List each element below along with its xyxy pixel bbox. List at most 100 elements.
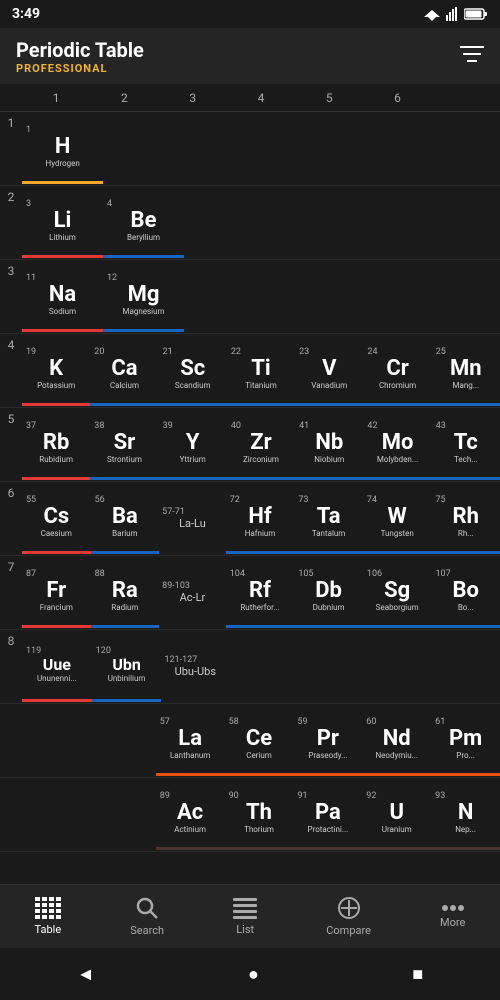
element-cell-Rh[interactable]: 75RhRh... bbox=[431, 484, 500, 554]
nav-search-label: Search bbox=[130, 924, 164, 937]
nav-more[interactable]: More bbox=[424, 896, 481, 937]
element-cell-W[interactable]: 74WTungsten bbox=[363, 484, 432, 554]
element-cell-U[interactable]: 92UUranium bbox=[362, 780, 431, 850]
nav-compare-label: Compare bbox=[326, 924, 371, 937]
col-header-6: 6 bbox=[363, 91, 431, 105]
element-cell-Ba[interactable]: 56BaBarium bbox=[91, 484, 160, 554]
element-cell-Y[interactable]: 39YYttrium bbox=[159, 410, 227, 480]
element-cell-Rf[interactable]: 104RfRutherfor... bbox=[226, 558, 295, 628]
element-cell-Ta[interactable]: 73TaTantalum bbox=[294, 484, 363, 554]
element-cell-Cs[interactable]: 55CsCaesium bbox=[22, 484, 91, 554]
element-cell-Nb[interactable]: 41NbNiobium bbox=[295, 410, 363, 480]
period-row-1: 11HHydrogen bbox=[0, 112, 500, 186]
element-cell-H[interactable]: 1HHydrogen bbox=[22, 114, 103, 184]
element-cell-K[interactable]: 19KPotassium bbox=[22, 336, 90, 406]
element-cell-Mo[interactable]: 42MoMolybden... bbox=[363, 410, 431, 480]
col-header-5: 5 bbox=[295, 91, 363, 105]
element-cell-Pa[interactable]: 91PaProtactini... bbox=[293, 780, 362, 850]
status-icons bbox=[422, 7, 488, 21]
element-cell-empty bbox=[229, 632, 297, 702]
period-label-7: 7 bbox=[0, 556, 22, 574]
element-cell-Be[interactable]: 4BeBeryllium bbox=[103, 188, 184, 258]
period-label-1: 1 bbox=[0, 112, 22, 130]
element-cell-Mg[interactable]: 12MgMagnesium bbox=[103, 262, 184, 332]
element-cell-Na[interactable]: 11NaSodium bbox=[22, 262, 103, 332]
element-cell-Li[interactable]: 3LiLithium bbox=[22, 188, 103, 258]
element-cell-Sc[interactable]: 21ScScandium bbox=[159, 336, 227, 406]
element-cell-Ra[interactable]: 88RaRadium bbox=[91, 558, 160, 628]
period-row-3: 311NaSodium12MgMagnesium bbox=[0, 260, 500, 334]
element-cell-empty bbox=[183, 114, 262, 184]
battery-icon bbox=[464, 7, 488, 21]
element-cell-empty bbox=[263, 262, 342, 332]
element-cell-Ce[interactable]: 58CeCerium bbox=[225, 706, 294, 776]
element-cell-Mn[interactable]: 25MnMang... bbox=[432, 336, 500, 406]
element-cell-empty bbox=[184, 262, 263, 332]
element-cell-Ti[interactable]: 22TiTitanium bbox=[227, 336, 295, 406]
period-label-4: 4 bbox=[0, 334, 22, 352]
period-row-5: 537RbRubidium38SrStrontium39YYttrium40Zr… bbox=[0, 408, 500, 482]
nav-search[interactable]: Search bbox=[114, 888, 180, 945]
element-cell-Uue[interactable]: 119UueUnunenni... bbox=[22, 632, 92, 702]
filter-button[interactable] bbox=[460, 44, 484, 69]
nav-table[interactable]: Table bbox=[19, 889, 78, 944]
period-row-8: 8119UueUnunenni...120UbnUnbinilium121-12… bbox=[0, 630, 500, 704]
nav-more-label: More bbox=[440, 916, 465, 929]
nav-list[interactable]: List bbox=[217, 889, 273, 944]
app-title-block: Periodic Table PROFESSIONAL bbox=[16, 38, 144, 75]
element-cell-empty bbox=[184, 188, 263, 258]
more-icon bbox=[441, 904, 465, 912]
element-cell-Ubu-Ubs[interactable]: 121-127Ubu-Ubs bbox=[161, 632, 229, 702]
element-cell-Ac[interactable]: 89AcActinium bbox=[156, 780, 225, 850]
element-cell-Pr[interactable]: 59PrPraseody... bbox=[293, 706, 362, 776]
bottom-nav: Table Search List Compare More bbox=[0, 884, 500, 948]
element-cell-Sr[interactable]: 38SrStrontium bbox=[90, 410, 158, 480]
app-title: Periodic Table bbox=[16, 38, 144, 62]
col-header-4: 4 bbox=[227, 91, 295, 105]
period-row-4: 419KPotassium20CaCalcium21ScScandium22Ti… bbox=[0, 334, 500, 408]
element-cell-Bo[interactable]: 107BoBo... bbox=[431, 558, 500, 628]
period-row-7: 787FrFrancium88RaRadium89-103Ac-Lr104RfR… bbox=[0, 556, 500, 630]
element-cell-Rb[interactable]: 37RbRubidium bbox=[22, 410, 90, 480]
element-cell-La[interactable]: 57LaLanthanum bbox=[156, 706, 225, 776]
column-headers: 1 2 3 4 5 6 bbox=[0, 84, 500, 112]
list-icon bbox=[233, 897, 257, 919]
table-icon bbox=[35, 897, 61, 919]
element-cell-empty bbox=[263, 188, 342, 258]
element-cell-Sg[interactable]: 106SgSeaborgium bbox=[363, 558, 432, 628]
recents-button[interactable]: ■ bbox=[412, 964, 423, 985]
element-cell-Tc[interactable]: 43TcTech... bbox=[432, 410, 500, 480]
element-cell-Cr[interactable]: 24CrChromium bbox=[363, 336, 431, 406]
wifi-icon bbox=[422, 7, 442, 21]
element-cell-empty bbox=[342, 188, 421, 258]
element-cell-V[interactable]: 23VVanadium bbox=[295, 336, 363, 406]
element-cell-Fr[interactable]: 87FrFrancium bbox=[22, 558, 91, 628]
element-cell-N[interactable]: 93NNep... bbox=[431, 780, 500, 850]
element-cell-empty bbox=[365, 632, 433, 702]
element-cell-Ac-Lr[interactable]: 89-103Ac-Lr bbox=[159, 558, 226, 628]
period-label-5: 5 bbox=[0, 408, 22, 426]
element-cell-Ubn[interactable]: 120UbnUnbinilium bbox=[92, 632, 162, 702]
element-cell-Hf[interactable]: 72HfHafnium bbox=[226, 484, 295, 554]
element-cell-empty bbox=[341, 114, 420, 184]
app-subtitle: PROFESSIONAL bbox=[16, 62, 144, 75]
element-cell-Nd[interactable]: 60NdNeodymiu... bbox=[362, 706, 431, 776]
col-header-3: 3 bbox=[159, 91, 227, 105]
element-cell-Pm[interactable]: 61PmPro... bbox=[431, 706, 500, 776]
back-button[interactable]: ◄ bbox=[77, 964, 95, 985]
home-button[interactable]: ● bbox=[248, 964, 259, 985]
col-header-1: 1 bbox=[22, 91, 90, 105]
periodic-table-area: 11HHydrogen23LiLithium4BeBeryllium311NaS… bbox=[0, 112, 500, 852]
system-nav: ◄ ● ■ bbox=[0, 948, 500, 1000]
element-cell-empty bbox=[262, 114, 341, 184]
element-cell-Zr[interactable]: 40ZrZirconium bbox=[227, 410, 295, 480]
element-cell-empty bbox=[421, 114, 500, 184]
element-cell-empty bbox=[297, 632, 365, 702]
element-cell-La-Lu[interactable]: 57-71La-Lu bbox=[159, 484, 226, 554]
compare-icon bbox=[337, 896, 361, 920]
nav-compare[interactable]: Compare bbox=[310, 888, 387, 945]
element-cell-Ca[interactable]: 20CaCalcium bbox=[90, 336, 158, 406]
element-cell-Db[interactable]: 105DbDubnium bbox=[294, 558, 363, 628]
element-cell-empty bbox=[103, 114, 182, 184]
element-cell-Th[interactable]: 90ThThorium bbox=[225, 780, 294, 850]
